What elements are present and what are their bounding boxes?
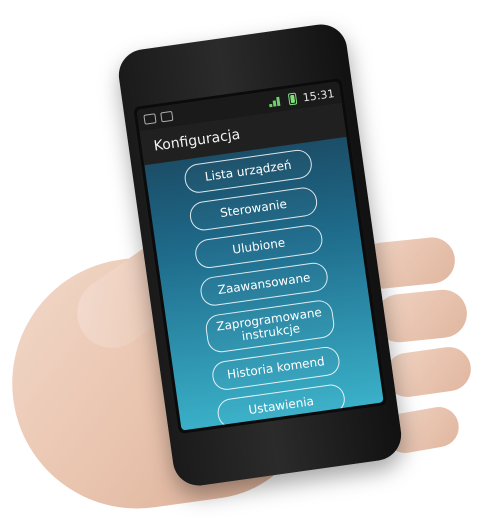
status-time: 15:31 — [301, 86, 336, 104]
phone-bezel: 15:31 Konfiguracja Lista urządzeń Sterow… — [133, 77, 388, 434]
main-menu: Lista urządzeń Sterowanie Ulubione Zaawa… — [145, 143, 383, 431]
app-title: Konfiguracja — [152, 126, 242, 155]
image-notification-icon — [143, 113, 157, 125]
menu-button-settings[interactable]: Ustawienia — [215, 382, 347, 430]
product-photo-scene: 15:31 Konfiguracja Lista urządzeń Sterow… — [0, 0, 479, 517]
phone-screen: 15:31 Konfiguracja Lista urządzeń Sterow… — [136, 81, 384, 431]
status-left-icons — [143, 110, 174, 125]
mail-notification-icon — [160, 110, 174, 123]
signal-icon — [268, 95, 283, 108]
menu-button-programmed-instructions[interactable]: Zaprogramowane instrukcje — [203, 298, 337, 355]
battery-icon — [288, 92, 298, 106]
hand-finger — [382, 344, 474, 400]
